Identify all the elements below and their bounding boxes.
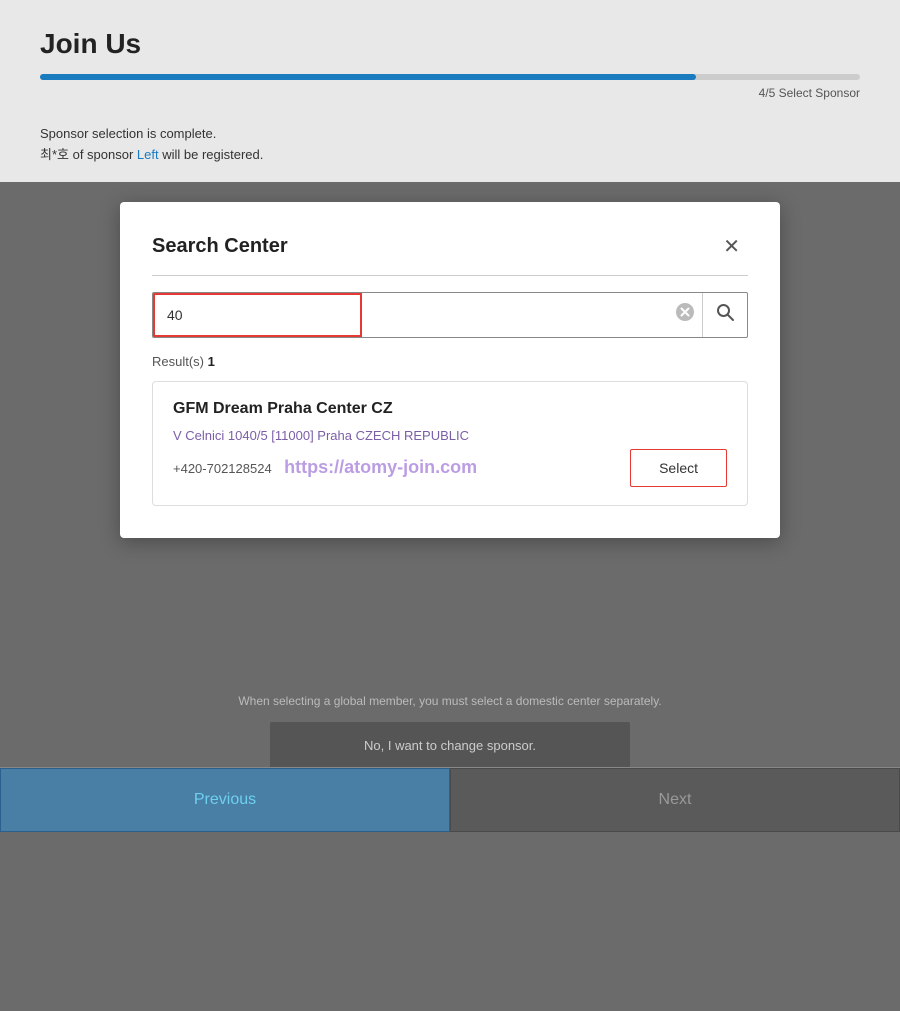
- sponsor-line1: Sponsor selection is complete.: [40, 124, 860, 145]
- main-content: Search Center ✕: [0, 182, 900, 832]
- change-sponsor-button[interactable]: No, I want to change sponsor.: [270, 722, 630, 769]
- progress-bar-container: [40, 74, 860, 80]
- result-card: GFM Dream Praha Center CZ V Celnici 1040…: [152, 381, 748, 506]
- result-address: V Celnici 1040/5 [11000] Praha CZECH REP…: [173, 428, 727, 443]
- search-button[interactable]: [702, 293, 747, 337]
- footer-buttons: Previous Next: [0, 767, 900, 832]
- search-center-modal: Search Center ✕: [120, 202, 780, 538]
- modal-header: Search Center ✕: [152, 230, 748, 263]
- search-input-rest[interactable]: [362, 293, 668, 337]
- search-icon: [715, 302, 735, 322]
- result-phone: +420-702128524: [173, 461, 272, 476]
- search-clear-button[interactable]: [668, 303, 702, 326]
- select-button[interactable]: Select: [630, 449, 727, 487]
- modal-close-button[interactable]: ✕: [715, 230, 748, 263]
- sponsor-line2-suffix: will be registered.: [159, 147, 264, 162]
- modal-title: Search Center: [152, 235, 288, 258]
- progress-label: 4/5 Select Sponsor: [40, 86, 860, 100]
- below-modal: When selecting a global member, you must…: [120, 692, 780, 769]
- next-button[interactable]: Next: [450, 768, 900, 832]
- results-label: Result(s) 1: [152, 354, 748, 369]
- result-name: GFM Dream Praha Center CZ: [173, 400, 727, 418]
- sponsor-info: Sponsor selection is complete. 최*호 of sp…: [0, 112, 900, 182]
- search-input[interactable]: [153, 293, 362, 337]
- sponsor-line2-prefix: 최*호 of sponsor: [40, 147, 137, 162]
- page-title: Join Us: [40, 28, 860, 74]
- clear-icon: [676, 303, 694, 321]
- previous-button[interactable]: Previous: [0, 768, 450, 832]
- below-modal-notice: When selecting a global member, you must…: [120, 692, 780, 710]
- progress-bar-fill: [40, 74, 696, 80]
- watermark: https://atomy-join.com: [284, 457, 477, 477]
- modal-divider: [152, 275, 748, 276]
- result-phone-area: +420-702128524 https://atomy-join.com: [173, 457, 630, 478]
- sponsor-line2: 최*호 of sponsor Left will be registered.: [40, 145, 860, 166]
- results-count: 1: [208, 354, 215, 369]
- result-card-bottom: +420-702128524 https://atomy-join.com Se…: [173, 449, 727, 487]
- search-input-container: [152, 292, 748, 338]
- sponsor-link[interactable]: Left: [137, 147, 159, 162]
